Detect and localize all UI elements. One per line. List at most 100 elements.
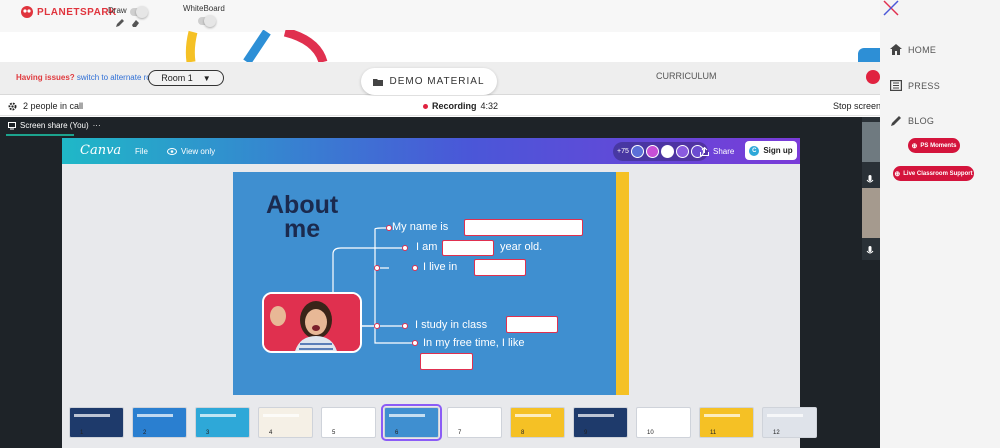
- thumbnail-number: 7: [458, 430, 462, 436]
- live-support-label: Live Classroom Support: [903, 170, 973, 177]
- thumbnail-number: 4: [269, 430, 273, 436]
- pencil-icon[interactable]: [115, 18, 125, 28]
- eraser-icon[interactable]: [130, 18, 140, 28]
- slide-thumbnail[interactable]: 12: [762, 407, 817, 438]
- participant-video[interactable]: [862, 122, 880, 162]
- newspaper-icon: [890, 80, 902, 91]
- slide-thumbnail[interactable]: 3: [195, 407, 250, 438]
- thumbnail-preview: [74, 414, 110, 417]
- girl-waving-image: [264, 294, 360, 351]
- slide-line-live: I live in: [423, 261, 458, 273]
- thumbnail-preview: [704, 414, 740, 417]
- slide-accent-strip: [616, 172, 629, 395]
- whiteboard-toggle[interactable]: [198, 15, 216, 27]
- gear-icon[interactable]: [8, 102, 17, 111]
- slide-line-study: I study in class: [415, 319, 488, 331]
- collaborators[interactable]: +75: [613, 142, 708, 161]
- slide-thumbnail[interactable]: 10: [636, 407, 691, 438]
- notification-badge[interactable]: [866, 70, 880, 84]
- demo-material-label: DEMO MATERIAL: [389, 76, 485, 87]
- microphone-icon[interactable]: [866, 175, 874, 185]
- thumbnail-preview: [263, 414, 299, 417]
- thumbnail-number: 2: [143, 430, 147, 436]
- thumbnail-number: 5: [332, 430, 336, 436]
- slide-thumbnail[interactable]: 7: [447, 407, 502, 438]
- screen-share-label: Screen share (You): [20, 121, 89, 130]
- brand-logo: PLANETSPARK: [20, 5, 117, 19]
- thumbnail-preview: [641, 414, 677, 417]
- slide-thumbnail[interactable]: 6: [381, 404, 442, 441]
- ps-moments-label: PS Moments: [920, 142, 957, 149]
- screen-share-tab[interactable]: Screen share (You) ···: [8, 121, 101, 130]
- room-select-value: Room 1: [161, 73, 193, 83]
- folder-icon: [373, 78, 384, 86]
- canva-logo[interactable]: Canva: [80, 143, 121, 158]
- avatar: [660, 145, 674, 158]
- recording-status: Recording 4:32: [423, 101, 498, 111]
- more-options-icon[interactable]: ···: [93, 121, 101, 130]
- curriculum-tab[interactable]: CURRICULUM: [656, 71, 717, 81]
- stop-screen-button[interactable]: Stop screen: [833, 101, 881, 111]
- nav-home[interactable]: HOME: [890, 44, 936, 55]
- slide-line-name: My name is: [392, 221, 449, 233]
- slide-line-age-b: year old.: [500, 241, 543, 253]
- slide-thumbnail[interactable]: 5: [321, 407, 376, 438]
- participant-video[interactable]: [862, 188, 880, 238]
- record-dot-icon: [423, 103, 428, 109]
- share-label: Share: [713, 147, 735, 156]
- hobby-answer-box: [420, 353, 473, 370]
- name-answer-box: [464, 219, 583, 236]
- active-tab-indicator: [6, 134, 74, 136]
- close-icon[interactable]: [883, 0, 899, 16]
- recording-label: Recording: [432, 101, 477, 111]
- slide-thumbnail[interactable]: 8: [510, 407, 565, 438]
- recording-time: 4:32: [480, 101, 499, 111]
- call-participants: 2 people in call: [8, 101, 83, 111]
- room-select[interactable]: Room 1 ▼: [148, 70, 224, 86]
- nav-home-label: HOME: [908, 44, 937, 55]
- thumbnail-number: 8: [521, 430, 525, 436]
- slide-line-free: In my free time, I like: [423, 337, 525, 349]
- sign-up-label: Sign up: [763, 146, 793, 155]
- issues-notice: Having issues? switch to alternate room: [16, 73, 162, 82]
- thumbnail-preview: [578, 414, 614, 417]
- microphone-icon[interactable]: [866, 246, 874, 256]
- avatar: [675, 145, 689, 158]
- thumbnail-preview: [137, 414, 173, 417]
- thumbnail-number: 9: [584, 430, 588, 436]
- demo-material-button[interactable]: DEMO MATERIAL: [361, 68, 497, 95]
- nav-press[interactable]: PRESS: [890, 80, 940, 91]
- ps-moments-button[interactable]: ⊕ PS Moments: [908, 138, 960, 153]
- live-support-button[interactable]: ⊕ Live Classroom Support: [893, 166, 974, 181]
- file-menu[interactable]: File: [135, 147, 148, 156]
- thumbnail-number: 10: [647, 430, 654, 436]
- whiteboard-label: WhiteBoard: [183, 4, 225, 13]
- draw-toggle[interactable]: [130, 6, 148, 18]
- canva-badge-icon: C: [749, 145, 760, 156]
- view-only-mode[interactable]: View only: [167, 147, 215, 156]
- draw-label: Draw: [108, 6, 127, 15]
- issues-text: Having issues?: [16, 73, 75, 82]
- slide-thumbnail[interactable]: 4: [258, 407, 313, 438]
- pencil-icon: [891, 116, 901, 126]
- nav-press-label: PRESS: [908, 80, 941, 91]
- avatar: [645, 145, 659, 158]
- slide-thumbnail[interactable]: 2: [132, 407, 187, 438]
- sign-up-button[interactable]: C Sign up: [745, 141, 797, 160]
- slide-thumbnail[interactable]: 11: [699, 407, 754, 438]
- thumbnail-number: 6: [395, 430, 399, 436]
- nav-blog[interactable]: BLOG: [890, 115, 934, 127]
- owl-logo-icon: [21, 6, 33, 18]
- student-photo: [262, 292, 362, 353]
- right-nav-panel: [880, 0, 1000, 448]
- slide-thumbnail[interactable]: 9: [573, 407, 628, 438]
- plus-circle-icon: ⊕: [894, 170, 901, 178]
- thumbnail-preview: [515, 414, 551, 417]
- thumbnail-number: 12: [773, 430, 780, 436]
- share-button[interactable]: Share: [700, 147, 734, 156]
- brand-name: PLANETSPARK: [37, 6, 117, 18]
- slide-thumbnail[interactable]: 1: [69, 407, 124, 438]
- slide-line-age-a: I am: [416, 241, 438, 253]
- thumbnail-number: 3: [206, 430, 210, 436]
- chevron-down-icon: ▼: [202, 73, 211, 83]
